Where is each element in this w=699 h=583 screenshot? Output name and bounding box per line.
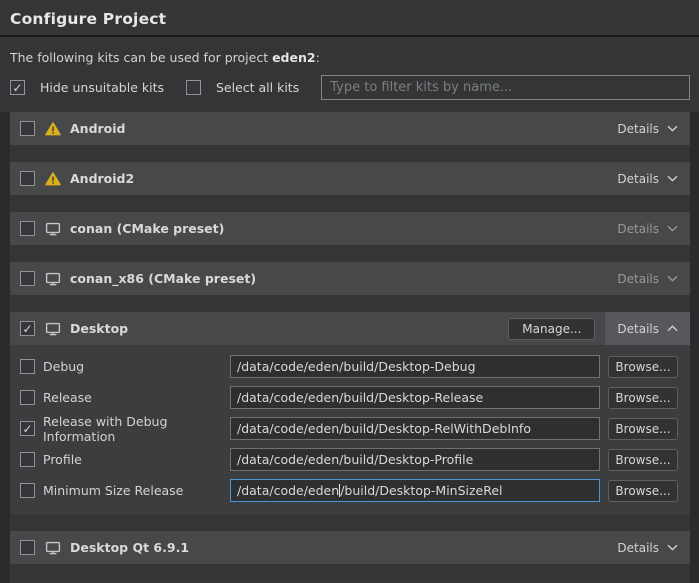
- chevron-down-icon: [667, 225, 678, 232]
- kit-details-body: Debug /data/code/eden/build/Desktop-Debu…: [10, 345, 690, 514]
- details-toggle[interactable]: Details: [605, 112, 690, 145]
- hide-unsuitable-kits-checkbox[interactable]: ✓: [10, 80, 25, 95]
- build-config-row: ✓ Release with Debug Information /data/c…: [20, 413, 678, 444]
- kit-checkbox[interactable]: [20, 171, 35, 186]
- build-config-checkbox[interactable]: [20, 483, 35, 498]
- page-title: Configure Project: [0, 0, 699, 35]
- kit-header: Desktop Qt 6.9.1 Details: [10, 531, 690, 564]
- build-config-label: Debug: [43, 359, 230, 374]
- build-dir-input[interactable]: /data/code/eden/build/Desktop-MinSizeRel: [230, 479, 600, 502]
- kit-header: conan (CMake preset) Details: [10, 212, 690, 245]
- build-dir-input[interactable]: /data/code/eden/build/Desktop-Profile: [230, 448, 600, 471]
- details-label: Details: [617, 172, 659, 186]
- kit-card-conan-cmake-preset: conan (CMake preset) Details: [10, 212, 690, 245]
- build-dir-input[interactable]: /data/code/eden/build/Desktop-RelWithDeb…: [230, 417, 600, 440]
- desktop-icon: [45, 222, 61, 236]
- kit-header: ✓ Desktop Manage... Details: [10, 312, 690, 345]
- kit-name: Desktop: [70, 321, 128, 336]
- details-label: Details: [617, 272, 659, 286]
- kit-icon: [45, 322, 61, 336]
- build-config-row: Debug /data/code/eden/build/Desktop-Debu…: [20, 351, 678, 382]
- details-toggle[interactable]: Details: [605, 312, 690, 345]
- kit-icon: [45, 272, 61, 286]
- kit-header: Android Details: [10, 112, 690, 145]
- warning-icon: [45, 172, 61, 186]
- details-toggle: Details: [605, 212, 690, 245]
- build-config-label: Release with Debug Information: [43, 414, 230, 444]
- kit-card-conan-x86-cmake-preset: conan_x86 (CMake preset) Details: [10, 262, 690, 295]
- details-toggle: Details: [605, 262, 690, 295]
- build-config-checkbox[interactable]: [20, 359, 35, 374]
- build-config-checkbox[interactable]: [20, 390, 35, 405]
- filter-row: ✓ Hide unsuitable kits Select all kits: [0, 65, 699, 112]
- chevron-down-icon: [667, 175, 678, 182]
- desktop-icon: [45, 322, 61, 336]
- details-label: Details: [617, 222, 659, 236]
- build-config-row: Release /data/code/eden/build/Desktop-Re…: [20, 382, 678, 413]
- kit-icon: [45, 541, 61, 555]
- manage-button[interactable]: Manage...: [508, 318, 595, 340]
- kit-name: Android: [70, 121, 126, 136]
- build-config-checkbox[interactable]: ✓: [20, 421, 35, 436]
- details-label: Details: [617, 541, 659, 555]
- project-name: eden2: [272, 50, 316, 65]
- details-toggle[interactable]: Details: [605, 531, 690, 564]
- kit-icon: [45, 172, 61, 186]
- kit-header: conan_x86 (CMake preset) Details: [10, 262, 690, 295]
- build-config-checkbox[interactable]: [20, 452, 35, 467]
- kit-icon: [45, 222, 61, 236]
- kit-checkbox[interactable]: [20, 121, 35, 136]
- build-config-row: Minimum Size Release /data/code/eden/bui…: [20, 475, 678, 506]
- kits-description: The following kits can be used for proje…: [0, 37, 699, 65]
- desktop-icon: [45, 541, 61, 555]
- select-all-kits-checkbox[interactable]: [186, 80, 201, 95]
- kit-name: Android2: [70, 171, 134, 186]
- kit-checkbox[interactable]: [20, 271, 35, 286]
- kit-card-android2: Android2 Details: [10, 162, 690, 195]
- build-config-label: Minimum Size Release: [43, 483, 230, 498]
- browse-button[interactable]: Browse...: [608, 387, 678, 409]
- kit-filter-input[interactable]: [321, 75, 690, 100]
- kit-checkbox[interactable]: [20, 540, 35, 555]
- kit-name: conan_x86 (CMake preset): [70, 271, 256, 286]
- details-toggle[interactable]: Details: [605, 162, 690, 195]
- chevron-up-icon: [667, 325, 678, 332]
- desktop-icon: [45, 272, 61, 286]
- browse-button[interactable]: Browse...: [608, 480, 678, 502]
- kit-checkbox[interactable]: [20, 221, 35, 236]
- chevron-down-icon: [667, 275, 678, 282]
- build-dir-input[interactable]: /data/code/eden/build/Desktop-Release: [230, 386, 600, 409]
- browse-button[interactable]: Browse...: [608, 418, 678, 440]
- chevron-down-icon: [667, 544, 678, 551]
- build-dir-input[interactable]: /data/code/eden/build/Desktop-Debug: [230, 355, 600, 378]
- details-label: Details: [617, 122, 659, 136]
- kit-card-desktop-qt-6-9-1: Desktop Qt 6.9.1 Details: [10, 531, 690, 564]
- browse-button[interactable]: Browse...: [608, 356, 678, 378]
- details-label: Details: [617, 322, 659, 336]
- build-config-label: Profile: [43, 452, 230, 467]
- select-all-kits-label: Select all kits: [216, 80, 299, 95]
- kit-list: Android Details: [10, 112, 690, 583]
- kit-card-android: Android Details: [10, 112, 690, 145]
- kit-icon: [45, 122, 61, 136]
- kit-checkbox[interactable]: ✓: [20, 321, 35, 336]
- text-caret: [339, 484, 340, 497]
- build-config-row: Profile /data/code/eden/build/Desktop-Pr…: [20, 444, 678, 475]
- hide-unsuitable-kits-label: Hide unsuitable kits: [40, 80, 164, 95]
- kit-header: Android2 Details: [10, 162, 690, 195]
- kit-card-desktop: ✓ Desktop Manage... Details: [10, 312, 690, 514]
- configure-project-header: Configure Project The following kits can…: [0, 0, 699, 112]
- build-config-label: Release: [43, 390, 230, 405]
- chevron-down-icon: [667, 125, 678, 132]
- warning-icon: [45, 122, 61, 136]
- browse-button[interactable]: Browse...: [608, 449, 678, 471]
- kit-name: conan (CMake preset): [70, 221, 224, 236]
- kit-name: Desktop Qt 6.9.1: [70, 540, 189, 555]
